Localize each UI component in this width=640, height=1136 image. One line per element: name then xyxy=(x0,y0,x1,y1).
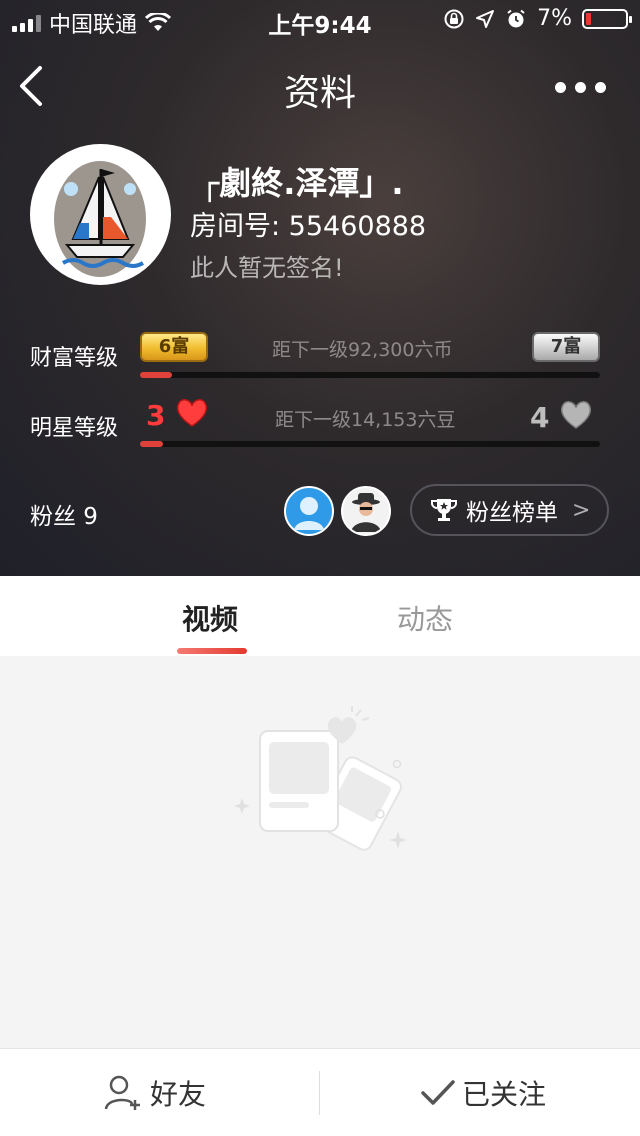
tab-moments[interactable]: 动态 xyxy=(397,598,453,638)
wealth-current-badge: 6富 xyxy=(140,332,208,362)
wealth-progress-bar xyxy=(140,372,600,378)
fan-avatar[interactable] xyxy=(284,486,334,536)
wealth-progress-fill xyxy=(140,372,173,378)
fan-avatar[interactable] xyxy=(341,486,391,536)
wealth-level-label: 财富等级 xyxy=(30,346,119,371)
add-friend-button[interactable]: 好友 xyxy=(104,1073,206,1113)
followed-button[interactable]: 已关注 xyxy=(420,1073,546,1113)
fan-ranking-label: 粉丝榜单 xyxy=(466,500,558,526)
content-tabs: 视频 动态 xyxy=(0,576,640,656)
battery-icon xyxy=(582,8,632,29)
avatar[interactable] xyxy=(30,144,171,285)
page-title: 资料 xyxy=(283,73,356,114)
wealth-next-badge: 7富 xyxy=(532,332,600,362)
alarm-icon xyxy=(507,9,525,27)
star-next-level: 4 xyxy=(530,401,550,434)
location-icon xyxy=(476,9,495,28)
add-friend-label: 好友 xyxy=(150,1078,207,1111)
nav-bar: 资料 xyxy=(0,50,640,122)
star-next-text: 距下一级14,153六豆 xyxy=(275,409,456,431)
chevron-right-icon: > xyxy=(572,497,591,523)
tab-videos[interactable]: 视频 xyxy=(182,598,238,638)
sailboat-stone-icon xyxy=(33,147,168,282)
star-progress-fill xyxy=(140,441,163,447)
status-bar: 中国联通 上午9:44 7% xyxy=(0,0,640,40)
star-current-level: 3 xyxy=(146,399,166,432)
more-options-icon[interactable] xyxy=(555,82,606,93)
rotation-lock-icon xyxy=(444,9,464,28)
fan-ranking-button[interactable]: 粉丝榜单 > xyxy=(410,484,609,536)
battery-percent: 7% xyxy=(537,6,572,31)
bottom-action-bar: 好友 已关注 xyxy=(0,1048,640,1136)
wealth-next-text: 距下一级92,300六币 xyxy=(272,339,453,361)
trophy-icon xyxy=(431,499,457,521)
followed-label: 已关注 xyxy=(462,1078,547,1111)
bottom-divider xyxy=(319,1071,320,1115)
add-user-icon xyxy=(104,1075,140,1110)
gray-heart-icon xyxy=(561,401,592,429)
checkmark-icon xyxy=(421,1080,455,1105)
profile-header: 中国联通 上午9:44 7% 资料 ┌劇終.泽潭」. 房间号: 55460888… xyxy=(0,0,640,576)
empty-state-illustration xyxy=(234,706,407,851)
detective-avatar-icon xyxy=(351,493,381,532)
nickname: ┌劇終.泽潭」. xyxy=(200,164,404,202)
default-user-icon xyxy=(294,497,324,530)
empty-content-area xyxy=(0,656,640,1048)
signature: 此人暂无签名! xyxy=(190,254,344,282)
star-level-label: 明星等级 xyxy=(30,416,119,441)
red-heart-icon xyxy=(177,399,208,427)
star-progress-bar xyxy=(140,441,600,447)
active-tab-indicator xyxy=(177,648,247,654)
fans-count: 粉丝 9 xyxy=(30,504,98,530)
room-number: 房间号: 55460888 xyxy=(190,211,427,242)
